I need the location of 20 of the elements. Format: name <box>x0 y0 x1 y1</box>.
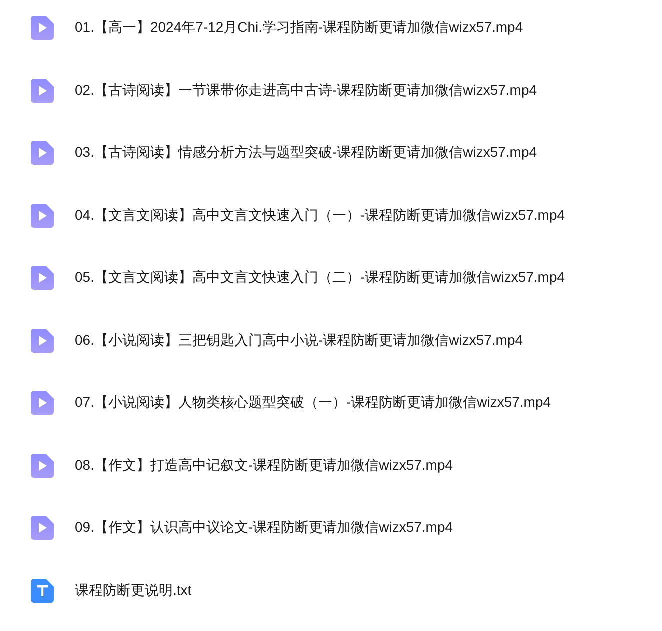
file-name[interactable]: 03.【古诗阅读】情感分析方法与题型突破-课程防断更请加微信wizx57.mp4 <box>75 144 538 162</box>
file-name[interactable]: 09.【作文】认识高中议论文-课程防断更请加微信wizx57.mp4 <box>75 519 454 538</box>
video-file-icon <box>31 78 54 103</box>
video-file-icon <box>31 141 54 166</box>
text-file-icon <box>31 578 54 603</box>
file-name[interactable]: 01.【高一】2024年7-12月Chi.学习指南-课程防断更请加微信wizx57.mp4 <box>75 19 524 38</box>
file-name[interactable]: 04.【文言文阅读】高中文言文快速入门（一）-课程防断更请加微信wizx57.mp4 <box>75 206 566 225</box>
video-file-icon <box>31 204 54 228</box>
file-name[interactable]: 02.【古诗阅读】一节课带你走进高中古诗-课程防断更请加微信wizx57.mp4 <box>75 82 538 100</box>
video-file-icon <box>31 516 54 540</box>
file-name[interactable]: 课程防断更说明.txt <box>75 582 192 600</box>
video-file-icon <box>31 391 54 416</box>
video-file-icon <box>31 454 54 478</box>
video-file-icon <box>31 266 54 290</box>
file-name[interactable]: 06.【小说阅读】三把钥匙入门高中小说-课程防断更请加微信wizx57.mp4 <box>75 332 524 350</box>
video-file-icon <box>31 16 54 40</box>
video-file-icon <box>31 328 54 353</box>
file-name[interactable]: 07.【小说阅读】人物类核心题型突破（一）-课程防断更请加微信wizx57.mp4 <box>75 394 552 412</box>
file-name[interactable]: 05.【文言文阅读】高中文言文快速入门（二）-课程防断更请加微信wizx57.mp4 <box>75 269 566 288</box>
file-name[interactable]: 08.【作文】打造高中记叙文-课程防断更请加微信wizx57.mp4 <box>75 456 454 475</box>
